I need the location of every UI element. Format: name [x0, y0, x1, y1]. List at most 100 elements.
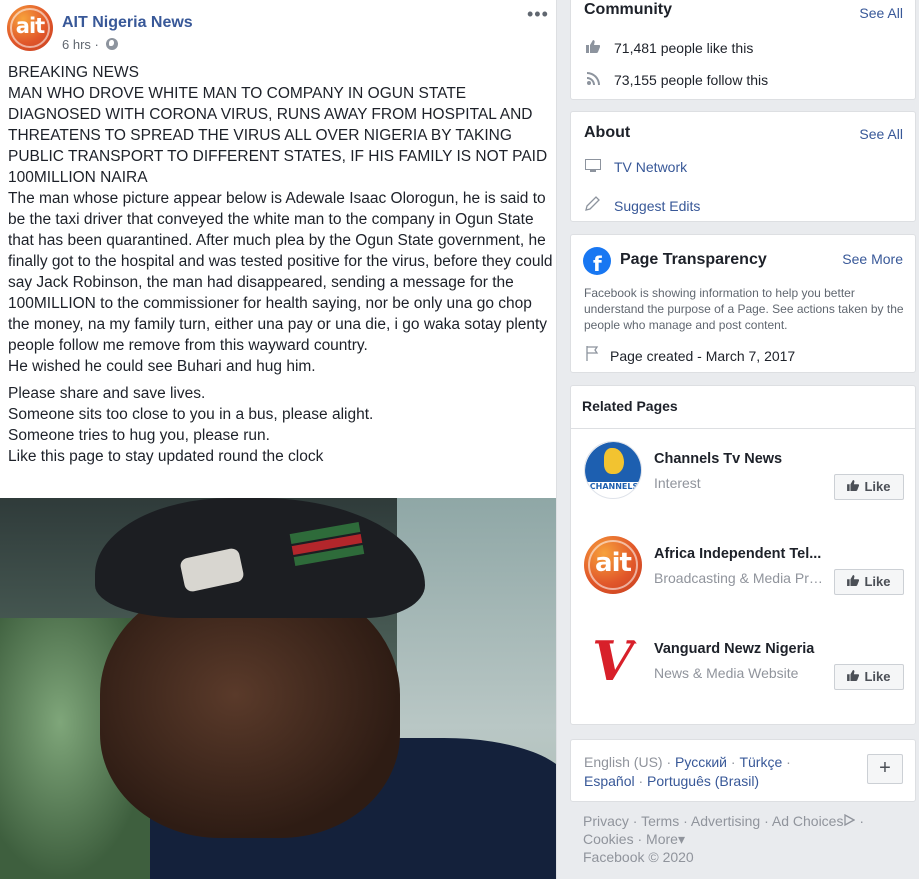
footer-links-row: Privacy · Terms · Advertising · Ad Choic…	[583, 812, 903, 830]
more-horizontal-icon: •••	[527, 4, 549, 24]
separator: ·	[764, 813, 769, 829]
transparency-see-more-link[interactable]: See More	[842, 251, 903, 267]
ait-logo-text: ait	[595, 548, 632, 578]
category-text: TV Network	[614, 159, 688, 175]
like-page-button[interactable]: Like	[834, 474, 904, 500]
footer-link-ad-choices[interactable]: Ad Choices	[772, 813, 856, 829]
language-list: English (US) · Русский · Türkçe · Españo…	[584, 753, 844, 791]
likes-count-text: 71,481 people like this	[614, 40, 754, 56]
post-photo[interactable]	[0, 498, 556, 879]
likes-row[interactable]: 71,481 people like this	[584, 40, 753, 56]
related-page-category: Broadcasting & Media Pro...	[654, 570, 824, 586]
related-pages-title: Related Pages	[582, 398, 678, 414]
channels-logo-text: CHANNELS	[589, 482, 639, 491]
language-link-russian[interactable]: Русский	[675, 754, 727, 770]
page-name-link[interactable]: AIT Nigeria News	[62, 14, 193, 32]
like-page-button[interactable]: Like	[834, 569, 904, 595]
page-created-text: Page created - March 7, 2017	[610, 348, 796, 364]
avatar-logo-text: ait	[15, 14, 45, 38]
footer-links-row-2: Cookies · More▾	[583, 830, 903, 848]
ad-choices-icon	[843, 813, 856, 829]
post-paragraph: He wished he could see Buhari and hug hi…	[8, 358, 316, 375]
page-transparency-card: f Page Transparency See More Facebook is…	[570, 234, 916, 373]
separator: ·	[638, 773, 644, 789]
footer-link-cookies[interactable]: Cookies	[583, 831, 634, 847]
page-created-row: Page created - March 7, 2017	[584, 345, 795, 364]
community-card: Community See All 71,481 people like thi…	[570, 0, 916, 100]
more-languages-button[interactable]: +	[867, 754, 903, 784]
ait-logo[interactable]: ait	[584, 536, 642, 594]
about-card: About See All TV Network Suggest Edits	[570, 111, 916, 222]
footer-link-advertising[interactable]: Advertising	[691, 813, 760, 829]
related-page-category: Interest	[654, 475, 701, 491]
thumbs-up-icon	[847, 570, 860, 594]
follows-row[interactable]: 73,155 people follow this	[584, 72, 768, 88]
related-page-name[interactable]: Africa Independent Tel...	[654, 546, 834, 562]
footer-more-label: More	[646, 831, 678, 847]
page-avatar[interactable]: ait	[7, 5, 53, 51]
post-paragraph: Like this page to stay updated round the…	[8, 448, 324, 465]
follows-count-text: 73,155 people follow this	[614, 72, 769, 88]
post-timestamp[interactable]: 6 hrs ·	[62, 37, 118, 52]
thumbs-up-icon	[847, 475, 860, 499]
transparency-title: Page Transparency	[620, 251, 767, 268]
about-see-all-link[interactable]: See All	[859, 126, 903, 142]
separator: ·	[683, 813, 688, 829]
footer-link-more[interactable]: More▾	[646, 831, 685, 847]
related-page-name[interactable]: Channels Tv News	[654, 451, 834, 467]
related-page-name[interactable]: Vanguard Newz Nigeria	[654, 641, 834, 657]
community-see-all-link[interactable]: See All	[859, 5, 903, 21]
language-link-portuguese[interactable]: Português (Brasil)	[647, 773, 759, 789]
transparency-description: Facebook is showing information to help …	[584, 286, 904, 332]
flag-icon	[584, 345, 602, 364]
like-button-label: Like	[864, 574, 891, 589]
related-divider	[571, 428, 915, 429]
category-row[interactable]: TV Network	[584, 159, 687, 175]
language-link-spanish[interactable]: Español	[584, 773, 635, 789]
footer: Privacy · Terms · Advertising · Ad Choic…	[583, 812, 903, 866]
pencil-icon	[584, 195, 602, 214]
language-link-turkish[interactable]: Türkçe	[739, 754, 782, 770]
post-card: ait AIT Nigeria News 6 hrs · ••• BREAKIN…	[0, 0, 557, 879]
post-paragraph: Someone tries to hug you, please run.	[8, 427, 270, 444]
related-page-item: CHANNELS Channels Tv News Interest Like	[584, 441, 906, 511]
suggest-edits-row[interactable]: Suggest Edits	[584, 195, 700, 214]
vanguard-logo[interactable]: V	[584, 631, 642, 689]
rss-icon	[584, 72, 602, 88]
post-body: BREAKING NEWS MAN WHO DROVE WHITE MAN TO…	[8, 62, 553, 467]
globe-icon	[105, 38, 118, 50]
timestamp-text: 6 hrs	[62, 37, 91, 52]
thumbs-up-icon	[584, 40, 602, 56]
post-paragraph: MAN WHO DROVE WHITE MAN TO COMPANY IN OG…	[8, 85, 552, 186]
related-page-category: News & Media Website	[654, 665, 799, 681]
more-options-button[interactable]: •••	[527, 4, 549, 25]
separator: ·	[666, 754, 672, 770]
thumbs-up-icon	[847, 665, 860, 689]
suggest-edits-text: Suggest Edits	[614, 198, 701, 214]
timestamp-separator: ·	[94, 37, 99, 52]
separator: ·	[632, 813, 638, 829]
about-title: About	[584, 124, 631, 141]
related-pages-card: Related Pages CHANNELS Channels Tv News …	[570, 385, 916, 725]
post-paragraph: BREAKING NEWS	[8, 64, 139, 81]
photo-cap	[95, 498, 425, 618]
post-header: ait AIT Nigeria News 6 hrs · •••	[0, 0, 556, 62]
current-language: English (US)	[584, 754, 663, 770]
like-page-button[interactable]: Like	[834, 664, 904, 690]
separator: ·	[859, 813, 865, 829]
footer-link-privacy[interactable]: Privacy	[583, 813, 629, 829]
caret-down-icon: ▾	[677, 831, 685, 847]
related-page-item: V Vanguard Newz Nigeria News & Media Web…	[584, 631, 906, 701]
community-title: Community	[584, 1, 672, 18]
tv-icon	[584, 159, 602, 175]
languages-card: English (US) · Русский · Türkçe · Españo…	[570, 739, 916, 802]
channels-logo[interactable]: CHANNELS	[584, 441, 642, 499]
facebook-icon-glyph: f	[593, 252, 602, 276]
footer-ad-choices-label: Ad Choices	[771, 813, 844, 829]
footer-link-terms[interactable]: Terms	[641, 813, 679, 829]
vanguard-logo-text: V	[592, 631, 634, 689]
post-paragraph: The man whose picture appear below is Ad…	[8, 190, 557, 354]
channels-africa-shape	[604, 448, 624, 474]
post-paragraph: Please share and save lives.	[8, 385, 206, 402]
like-button-label: Like	[864, 479, 891, 494]
